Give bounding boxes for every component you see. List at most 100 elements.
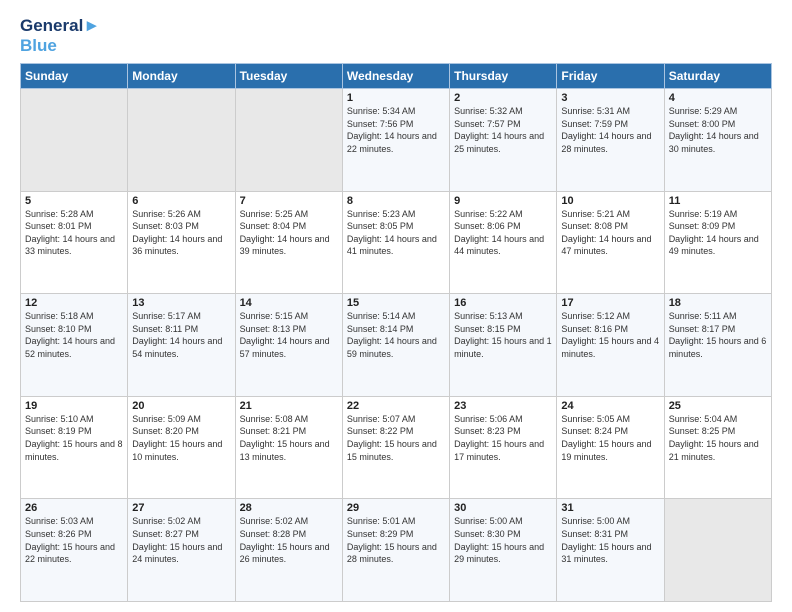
day-number: 5 [25, 195, 123, 207]
weekday-header-thursday: Thursday [450, 64, 557, 89]
day-number: 20 [132, 400, 230, 412]
day-info: Sunrise: 5:07 AM Sunset: 8:22 PM Dayligh… [347, 413, 445, 463]
weekday-header-row: SundayMondayTuesdayWednesdayThursdayFrid… [21, 64, 772, 89]
weekday-header-sunday: Sunday [21, 64, 128, 89]
calendar-cell: 14 Sunrise: 5:15 AM Sunset: 8:13 PM Dayl… [235, 294, 342, 397]
calendar-cell: 11 Sunrise: 5:19 AM Sunset: 8:09 PM Dayl… [664, 191, 771, 294]
calendar-week-row: 5 Sunrise: 5:28 AM Sunset: 8:01 PM Dayli… [21, 191, 772, 294]
calendar-cell: 4 Sunrise: 5:29 AM Sunset: 8:00 PM Dayli… [664, 89, 771, 192]
day-info: Sunrise: 5:01 AM Sunset: 8:29 PM Dayligh… [347, 515, 445, 565]
calendar-cell [21, 89, 128, 192]
day-number: 17 [561, 297, 659, 309]
calendar-week-row: 1 Sunrise: 5:34 AM Sunset: 7:56 PM Dayli… [21, 89, 772, 192]
day-number: 2 [454, 92, 552, 104]
day-info: Sunrise: 5:31 AM Sunset: 7:59 PM Dayligh… [561, 105, 659, 155]
calendar-cell: 26 Sunrise: 5:03 AM Sunset: 8:26 PM Dayl… [21, 499, 128, 602]
day-number: 12 [25, 297, 123, 309]
calendar-cell: 30 Sunrise: 5:00 AM Sunset: 8:30 PM Dayl… [450, 499, 557, 602]
calendar-cell: 5 Sunrise: 5:28 AM Sunset: 8:01 PM Dayli… [21, 191, 128, 294]
day-number: 26 [25, 502, 123, 514]
day-info: Sunrise: 5:02 AM Sunset: 8:28 PM Dayligh… [240, 515, 338, 565]
day-number: 31 [561, 502, 659, 514]
day-info: Sunrise: 5:14 AM Sunset: 8:14 PM Dayligh… [347, 310, 445, 360]
calendar-cell: 18 Sunrise: 5:11 AM Sunset: 8:17 PM Dayl… [664, 294, 771, 397]
day-number: 24 [561, 400, 659, 412]
day-info: Sunrise: 5:17 AM Sunset: 8:11 PM Dayligh… [132, 310, 230, 360]
weekday-header-friday: Friday [557, 64, 664, 89]
day-info: Sunrise: 5:15 AM Sunset: 8:13 PM Dayligh… [240, 310, 338, 360]
day-info: Sunrise: 5:25 AM Sunset: 8:04 PM Dayligh… [240, 208, 338, 258]
day-number: 3 [561, 92, 659, 104]
day-info: Sunrise: 5:18 AM Sunset: 8:10 PM Dayligh… [25, 310, 123, 360]
calendar-cell [128, 89, 235, 192]
calendar-cell: 20 Sunrise: 5:09 AM Sunset: 8:20 PM Dayl… [128, 396, 235, 499]
day-number: 15 [347, 297, 445, 309]
day-info: Sunrise: 5:11 AM Sunset: 8:17 PM Dayligh… [669, 310, 767, 360]
calendar-cell: 31 Sunrise: 5:00 AM Sunset: 8:31 PM Dayl… [557, 499, 664, 602]
calendar-cell: 3 Sunrise: 5:31 AM Sunset: 7:59 PM Dayli… [557, 89, 664, 192]
day-info: Sunrise: 5:28 AM Sunset: 8:01 PM Dayligh… [25, 208, 123, 258]
calendar-cell: 2 Sunrise: 5:32 AM Sunset: 7:57 PM Dayli… [450, 89, 557, 192]
calendar-cell: 16 Sunrise: 5:13 AM Sunset: 8:15 PM Dayl… [450, 294, 557, 397]
calendar-week-row: 12 Sunrise: 5:18 AM Sunset: 8:10 PM Dayl… [21, 294, 772, 397]
day-number: 4 [669, 92, 767, 104]
day-number: 27 [132, 502, 230, 514]
day-info: Sunrise: 5:32 AM Sunset: 7:57 PM Dayligh… [454, 105, 552, 155]
day-info: Sunrise: 5:05 AM Sunset: 8:24 PM Dayligh… [561, 413, 659, 463]
day-number: 29 [347, 502, 445, 514]
calendar-cell [664, 499, 771, 602]
day-number: 9 [454, 195, 552, 207]
day-info: Sunrise: 5:26 AM Sunset: 8:03 PM Dayligh… [132, 208, 230, 258]
calendar-cell: 10 Sunrise: 5:21 AM Sunset: 8:08 PM Dayl… [557, 191, 664, 294]
logo-line2: Blue [20, 36, 100, 56]
day-info: Sunrise: 5:10 AM Sunset: 8:19 PM Dayligh… [25, 413, 123, 463]
day-number: 18 [669, 297, 767, 309]
day-info: Sunrise: 5:06 AM Sunset: 8:23 PM Dayligh… [454, 413, 552, 463]
calendar-cell: 25 Sunrise: 5:04 AM Sunset: 8:25 PM Dayl… [664, 396, 771, 499]
day-info: Sunrise: 5:12 AM Sunset: 8:16 PM Dayligh… [561, 310, 659, 360]
weekday-header-saturday: Saturday [664, 64, 771, 89]
logo-line1: General► [20, 16, 100, 36]
day-number: 28 [240, 502, 338, 514]
day-number: 22 [347, 400, 445, 412]
calendar-cell: 22 Sunrise: 5:07 AM Sunset: 8:22 PM Dayl… [342, 396, 449, 499]
calendar-cell: 29 Sunrise: 5:01 AM Sunset: 8:29 PM Dayl… [342, 499, 449, 602]
day-number: 25 [669, 400, 767, 412]
calendar-cell: 19 Sunrise: 5:10 AM Sunset: 8:19 PM Dayl… [21, 396, 128, 499]
calendar-cell: 21 Sunrise: 5:08 AM Sunset: 8:21 PM Dayl… [235, 396, 342, 499]
day-info: Sunrise: 5:19 AM Sunset: 8:09 PM Dayligh… [669, 208, 767, 258]
day-info: Sunrise: 5:21 AM Sunset: 8:08 PM Dayligh… [561, 208, 659, 258]
day-info: Sunrise: 5:23 AM Sunset: 8:05 PM Dayligh… [347, 208, 445, 258]
day-number: 1 [347, 92, 445, 104]
day-number: 23 [454, 400, 552, 412]
day-number: 21 [240, 400, 338, 412]
day-info: Sunrise: 5:22 AM Sunset: 8:06 PM Dayligh… [454, 208, 552, 258]
day-info: Sunrise: 5:13 AM Sunset: 8:15 PM Dayligh… [454, 310, 552, 360]
day-number: 7 [240, 195, 338, 207]
day-info: Sunrise: 5:00 AM Sunset: 8:30 PM Dayligh… [454, 515, 552, 565]
calendar-cell: 12 Sunrise: 5:18 AM Sunset: 8:10 PM Dayl… [21, 294, 128, 397]
page: General► Blue SundayMondayTuesdayWednesd… [0, 0, 792, 612]
calendar-week-row: 26 Sunrise: 5:03 AM Sunset: 8:26 PM Dayl… [21, 499, 772, 602]
calendar-week-row: 19 Sunrise: 5:10 AM Sunset: 8:19 PM Dayl… [21, 396, 772, 499]
calendar-cell: 13 Sunrise: 5:17 AM Sunset: 8:11 PM Dayl… [128, 294, 235, 397]
day-info: Sunrise: 5:29 AM Sunset: 8:00 PM Dayligh… [669, 105, 767, 155]
day-number: 10 [561, 195, 659, 207]
calendar-cell: 23 Sunrise: 5:06 AM Sunset: 8:23 PM Dayl… [450, 396, 557, 499]
day-number: 6 [132, 195, 230, 207]
calendar-cell: 6 Sunrise: 5:26 AM Sunset: 8:03 PM Dayli… [128, 191, 235, 294]
calendar-cell: 9 Sunrise: 5:22 AM Sunset: 8:06 PM Dayli… [450, 191, 557, 294]
day-number: 8 [347, 195, 445, 207]
day-number: 16 [454, 297, 552, 309]
weekday-header-tuesday: Tuesday [235, 64, 342, 89]
calendar-table: SundayMondayTuesdayWednesdayThursdayFrid… [20, 63, 772, 602]
calendar-cell: 24 Sunrise: 5:05 AM Sunset: 8:24 PM Dayl… [557, 396, 664, 499]
calendar-cell [235, 89, 342, 192]
calendar-cell: 17 Sunrise: 5:12 AM Sunset: 8:16 PM Dayl… [557, 294, 664, 397]
calendar-cell: 8 Sunrise: 5:23 AM Sunset: 8:05 PM Dayli… [342, 191, 449, 294]
weekday-header-monday: Monday [128, 64, 235, 89]
day-number: 13 [132, 297, 230, 309]
day-number: 19 [25, 400, 123, 412]
calendar-cell: 7 Sunrise: 5:25 AM Sunset: 8:04 PM Dayli… [235, 191, 342, 294]
calendar-cell: 27 Sunrise: 5:02 AM Sunset: 8:27 PM Dayl… [128, 499, 235, 602]
